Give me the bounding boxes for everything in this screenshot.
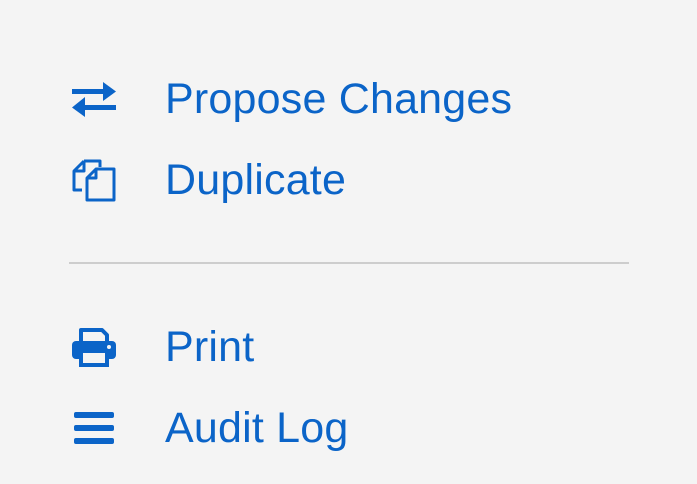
menu-item-label: Duplicate (165, 156, 347, 204)
printer-icon (70, 323, 118, 371)
actions-menu: Propose Changes Duplicate Print Audit Lo… (0, 0, 697, 484)
menu-item-audit-log[interactable]: Audit Log (60, 398, 369, 458)
duplicate-icon (70, 156, 118, 204)
menu-item-propose-changes[interactable]: Propose Changes (60, 69, 532, 129)
swap-arrows-icon (70, 75, 118, 123)
menu-item-duplicate[interactable]: Duplicate (60, 150, 366, 210)
menu-item-label: Print (165, 323, 255, 371)
menu-item-print[interactable]: Print (60, 317, 274, 377)
list-icon (70, 404, 118, 452)
menu-item-label: Propose Changes (165, 75, 513, 123)
menu-divider (69, 262, 629, 264)
menu-item-label: Audit Log (165, 404, 349, 452)
